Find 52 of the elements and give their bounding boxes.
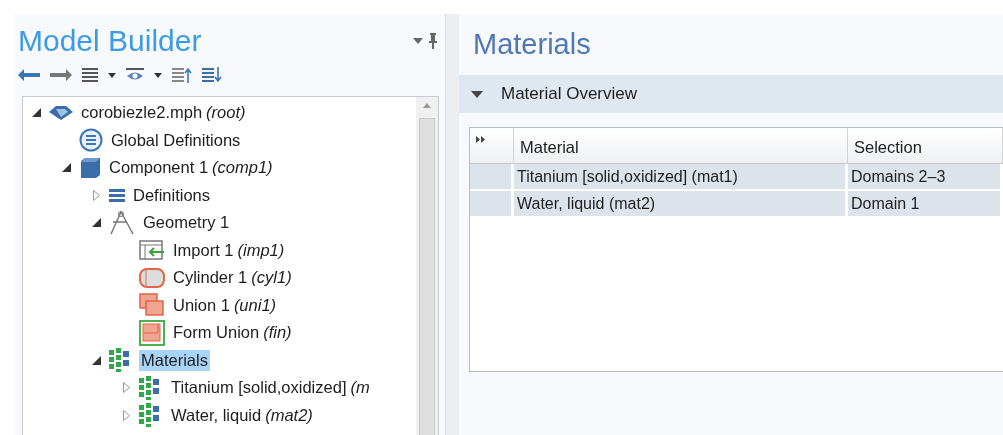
table-cell: Domain 1 <box>848 191 1003 218</box>
list-icon <box>109 188 125 203</box>
column-header[interactable]: Material <box>514 128 848 164</box>
eye-icon[interactable] <box>126 68 144 82</box>
tree-item[interactable]: corobiezle2.mph (root) <box>79 102 248 124</box>
row-header-cell[interactable] <box>470 191 514 218</box>
tree-item[interactable]: Titanium [solid,oxidized] (m <box>169 377 372 399</box>
double-arrow-icon <box>476 136 486 143</box>
form-union-icon <box>139 319 165 346</box>
table-cell: Domains 2–3 <box>848 164 1003 191</box>
panel-title: Materials <box>472 27 592 62</box>
tree-item[interactable]: Global Definitions <box>109 129 243 151</box>
expanded-arrow-icon[interactable] <box>91 218 101 228</box>
dropdown-caret-icon[interactable] <box>154 72 162 78</box>
dropdown-caret-icon[interactable] <box>108 72 116 78</box>
expanded-arrow-icon[interactable] <box>91 355 101 365</box>
tree-item[interactable]: Geometry 1 <box>141 212 232 234</box>
pin-icon[interactable] <box>429 33 437 49</box>
model-file-icon <box>49 104 73 121</box>
list-icon[interactable] <box>82 67 98 83</box>
back-arrow-icon[interactable] <box>18 69 40 81</box>
table-cell: Water, liquid (mat2) <box>514 191 848 218</box>
forward-arrow-icon[interactable] <box>50 69 72 81</box>
collapsed-arrow-icon[interactable] <box>92 189 100 201</box>
table-cell: Titanium [solid,oxidized] (mat1) <box>514 164 848 191</box>
tree-item[interactable]: Component 1 (comp1) <box>107 157 275 179</box>
dropdown-caret-icon[interactable] <box>413 38 423 44</box>
scroll-thumb[interactable] <box>419 118 435 435</box>
tree-item[interactable]: Import 1 (imp1) <box>171 239 287 261</box>
row-header-cell[interactable] <box>470 164 514 191</box>
list-circle-icon <box>79 128 103 153</box>
column-header[interactable]: Selection <box>848 128 1003 164</box>
expanded-arrow-icon[interactable] <box>61 163 71 173</box>
tree-item[interactable]: Union 1 (uni1) <box>171 294 279 316</box>
tree-item[interactable]: Water, liquid (mat2) <box>169 404 315 426</box>
cube-icon <box>79 156 101 179</box>
section-header[interactable]: Material Overview <box>459 75 1003 113</box>
import-icon <box>139 240 165 261</box>
expanded-arrow-icon[interactable] <box>31 108 41 118</box>
tree-item[interactable]: Definitions <box>131 184 213 206</box>
panel-title: Model Builder <box>18 24 202 58</box>
tree-item[interactable]: Form Union (fin) <box>171 322 294 344</box>
compass-icon <box>109 209 135 236</box>
collapsed-arrow-icon[interactable] <box>122 409 130 421</box>
tree-item[interactable]: Materials <box>139 349 210 371</box>
collapse-list-icon[interactable] <box>172 67 192 83</box>
collapsed-arrow-icon[interactable] <box>122 382 130 394</box>
union-icon <box>139 293 165 318</box>
expanded-caret-icon[interactable] <box>471 90 483 98</box>
tree-item[interactable]: Cylinder 1 (cyl1) <box>171 267 294 289</box>
cylinder-icon <box>139 267 165 288</box>
expand-list-icon[interactable] <box>202 67 222 83</box>
